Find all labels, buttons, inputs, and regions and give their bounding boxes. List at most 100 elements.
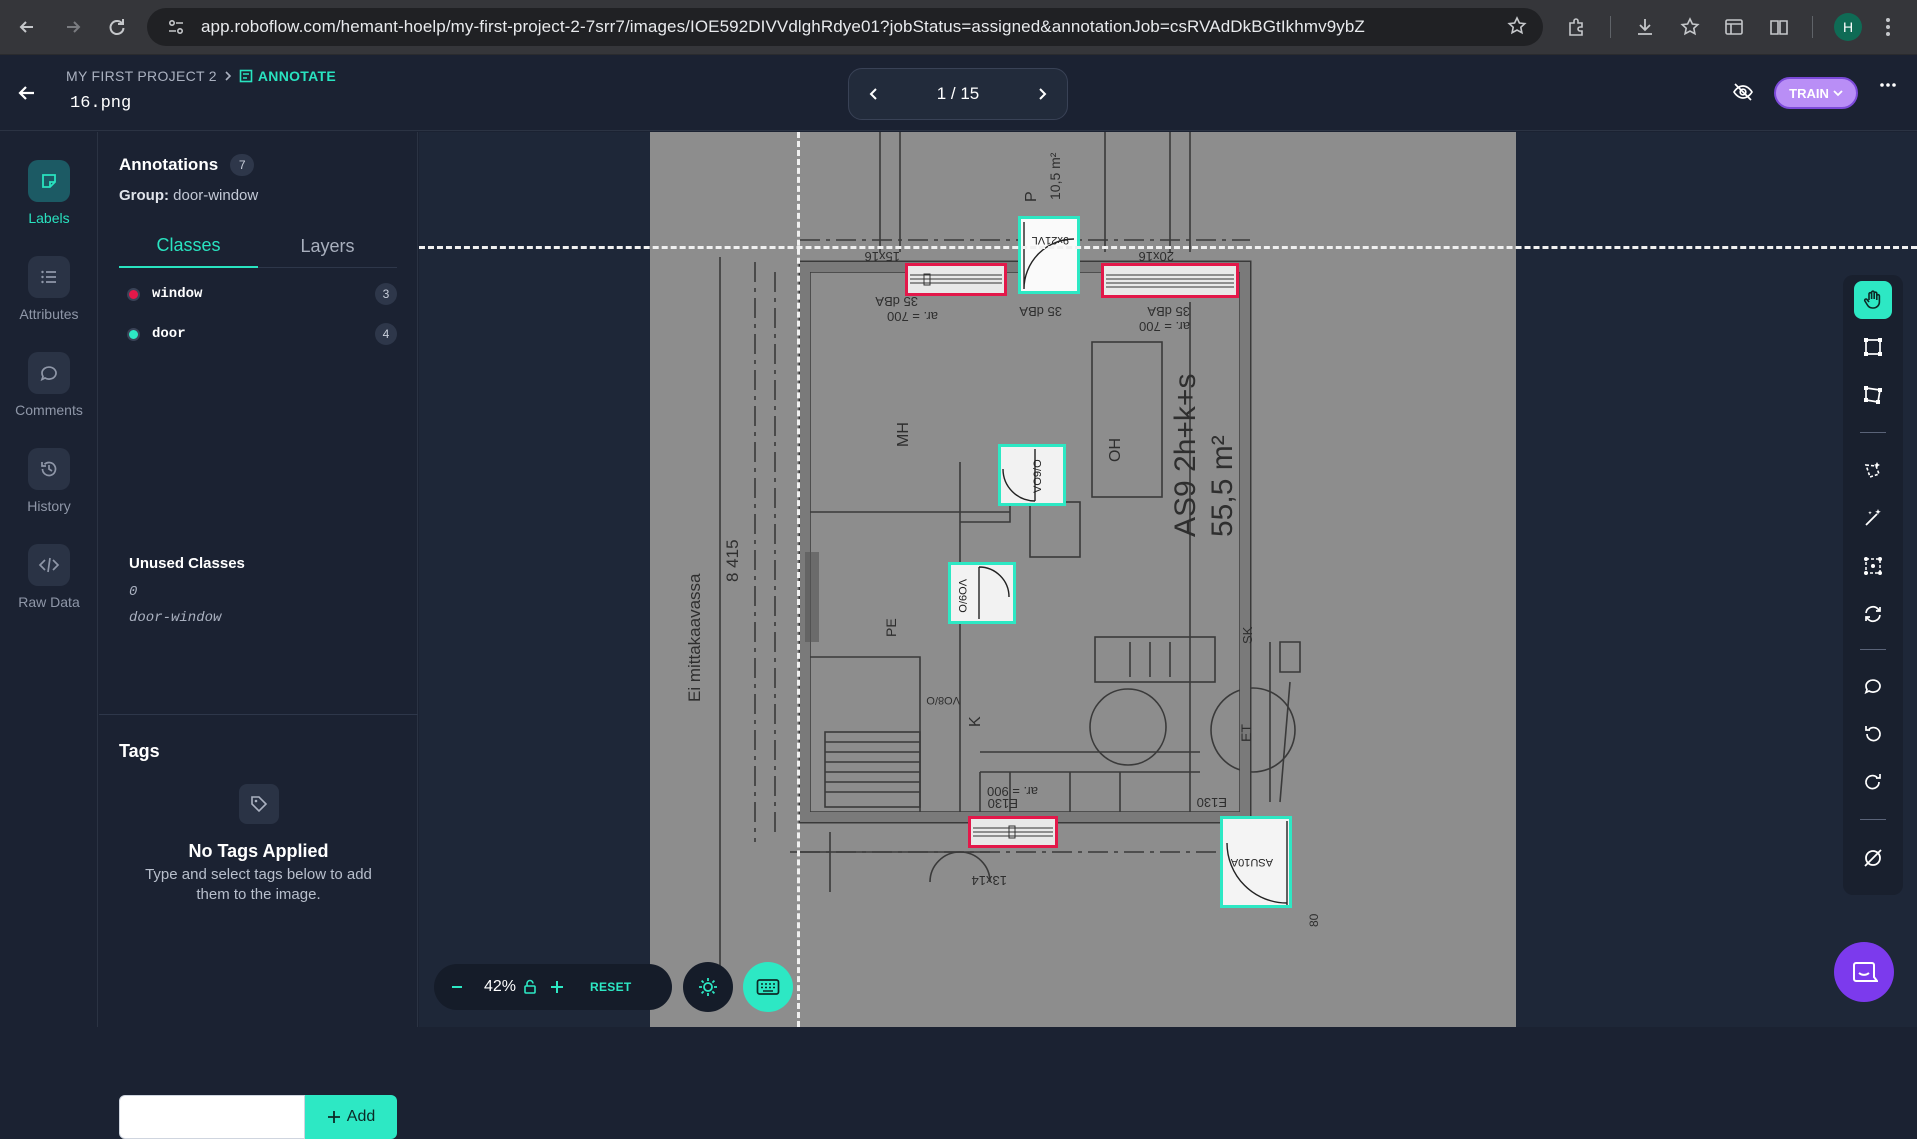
- sidebar-item-label: Attributes: [19, 306, 79, 322]
- arrow-left-icon: [18, 86, 34, 100]
- plan-text-w1: 15x16: [865, 249, 900, 264]
- annotation-window[interactable]: [968, 816, 1058, 848]
- browser-forward-button[interactable]: [58, 12, 88, 42]
- tag-input[interactable]: [119, 1095, 305, 1139]
- tab-search-icon[interactable]: [1719, 12, 1749, 42]
- plan-text-et: ET: [1238, 724, 1254, 742]
- list-icon: [41, 270, 56, 284]
- redo-icon: [1865, 774, 1881, 790]
- sidebar-item-attributes[interactable]: Attributes: [0, 256, 98, 322]
- sidebar-item-label: Raw Data: [18, 594, 80, 610]
- keypoint-tool[interactable]: [1854, 547, 1892, 585]
- favorites-icon[interactable]: [1675, 12, 1705, 42]
- more-options-button[interactable]: [1880, 82, 1896, 88]
- annotation-window[interactable]: [1101, 263, 1239, 298]
- class-name: window: [152, 286, 203, 302]
- group-value: door-window: [173, 187, 259, 204]
- url-text: app.roboflow.com/hemant-hoelp/my-first-p…: [201, 17, 1365, 36]
- door-symbol: VO9/O: [1002, 449, 1044, 502]
- undo-button[interactable]: [1854, 715, 1892, 753]
- bounding-box-icon: [1864, 338, 1882, 356]
- browser-reload-button[interactable]: [102, 12, 132, 42]
- comment-icon: [40, 366, 57, 382]
- annotation-door[interactable]: 9x21VL: [1018, 216, 1080, 294]
- lock-zoom-button[interactable]: [522, 979, 550, 995]
- breadcrumb-project[interactable]: MY FIRST PROJECT 2: [66, 68, 217, 84]
- browser-menu-icon[interactable]: [1873, 12, 1903, 42]
- train-label: TRAIN: [1789, 85, 1829, 101]
- annotations-title: Annotations 7: [119, 154, 255, 176]
- class-row-door[interactable]: door 4: [127, 321, 397, 347]
- address-bar[interactable]: app.roboflow.com/hemant-hoelp/my-first-p…: [147, 8, 1543, 46]
- polygon-tool[interactable]: [1854, 376, 1892, 414]
- null-annotation-button[interactable]: [1854, 839, 1892, 877]
- hide-annotations-button[interactable]: [1732, 82, 1754, 102]
- download-icon[interactable]: [1630, 12, 1660, 42]
- plan-text-e130b: E130: [1197, 795, 1227, 810]
- unused-class-item[interactable]: 0: [129, 584, 137, 600]
- chat-launcher-button[interactable]: [1834, 942, 1894, 1002]
- eye-off-icon: [1733, 83, 1753, 101]
- smart-polygon-icon: [1864, 462, 1881, 479]
- no-tags-title: No Tags Applied: [188, 841, 329, 861]
- annotation-window[interactable]: [905, 263, 1007, 296]
- plan-text-dim: 8 415: [723, 539, 742, 582]
- floorplan-image: AS9 2h+k+s 55,5 m² MH OH K 8 415 Ei mitt…: [650, 132, 1516, 1027]
- site-info-icon[interactable]: [165, 16, 187, 38]
- hand-icon: [1863, 290, 1881, 309]
- back-button[interactable]: [16, 82, 40, 106]
- class-count: 3: [375, 283, 397, 305]
- group-line: Group: door-window: [119, 187, 258, 204]
- zoom-in-button[interactable]: [550, 980, 578, 994]
- comment-icon: [1864, 679, 1881, 695]
- tab-classes[interactable]: Classes: [119, 224, 258, 268]
- repeat-previous-tool[interactable]: [1854, 595, 1892, 633]
- previous-image-button[interactable]: [867, 86, 881, 102]
- reading-mode-icon[interactable]: [1764, 12, 1794, 42]
- sidebar-item-labels[interactable]: Labels: [0, 160, 98, 226]
- unused-class-item[interactable]: door-window: [129, 610, 221, 626]
- plan-text-p: P: [1023, 191, 1040, 202]
- extensions-icon[interactable]: [1562, 12, 1592, 42]
- breadcrumb-annotate[interactable]: ANNOTATE: [239, 68, 336, 84]
- arrow-left-icon: [19, 21, 33, 33]
- class-row-window[interactable]: window 3: [127, 281, 397, 307]
- add-tag-button[interactable]: Add: [305, 1095, 397, 1139]
- more-horizontal-icon: [1880, 83, 1896, 87]
- plan-text-area: 55,5 m²: [1206, 435, 1239, 537]
- comment-tool[interactable]: [1854, 667, 1892, 705]
- redo-button[interactable]: [1854, 763, 1892, 801]
- pan-tool[interactable]: [1854, 281, 1892, 319]
- unlock-icon: [524, 979, 536, 994]
- floorplan-drawing: AS9 2h+k+s 55,5 m² MH OH K 8 415 Ei mitt…: [685, 132, 1321, 977]
- annotation-door[interactable]: ASU10A: [1220, 816, 1292, 908]
- brightness-button[interactable]: [683, 962, 733, 1012]
- sidebar-item-raw-data[interactable]: Raw Data: [0, 544, 98, 610]
- chevron-left-icon: [869, 88, 877, 100]
- magic-wand-tool[interactable]: [1854, 499, 1892, 537]
- train-button[interactable]: TRAIN: [1774, 77, 1858, 109]
- keyboard-shortcuts-button[interactable]: [743, 962, 793, 1012]
- annotation-canvas[interactable]: AS9 2h+k+s 55,5 m² MH OH K 8 415 Ei mitt…: [419, 132, 1917, 1027]
- svg-text:VO9/O: VO9/O: [1032, 459, 1044, 493]
- sidebar-item-history[interactable]: History: [0, 448, 98, 514]
- tab-layers[interactable]: Layers: [258, 224, 397, 268]
- profile-avatar[interactable]: H: [1834, 13, 1862, 41]
- bookmark-star-icon[interactable]: [1507, 16, 1527, 36]
- annotation-door[interactable]: VO9/O: [998, 444, 1066, 506]
- next-image-button[interactable]: [1035, 86, 1049, 102]
- toolbar-divider: [1860, 649, 1886, 650]
- plan-text-e130a: E130: [988, 796, 1018, 811]
- image-filename: 16.png: [70, 94, 132, 113]
- icon-sidebar: Labels Attributes Comments History Raw D…: [0, 132, 98, 1027]
- annotation-door[interactable]: VO9/O: [948, 562, 1016, 624]
- reset-zoom-button[interactable]: RESET: [590, 980, 632, 994]
- bounding-box-tool[interactable]: [1854, 328, 1892, 366]
- smart-select-tool[interactable]: [1854, 451, 1892, 489]
- svg-text:9x21VL: 9x21VL: [1032, 234, 1069, 246]
- sidebar-item-comments[interactable]: Comments: [0, 352, 98, 418]
- zoom-out-button[interactable]: [450, 980, 478, 994]
- plan-text-room: AS9 2h+k+s: [1169, 374, 1202, 537]
- plan-text-vo8: VO8/O: [926, 694, 960, 706]
- browser-back-button[interactable]: [12, 12, 42, 42]
